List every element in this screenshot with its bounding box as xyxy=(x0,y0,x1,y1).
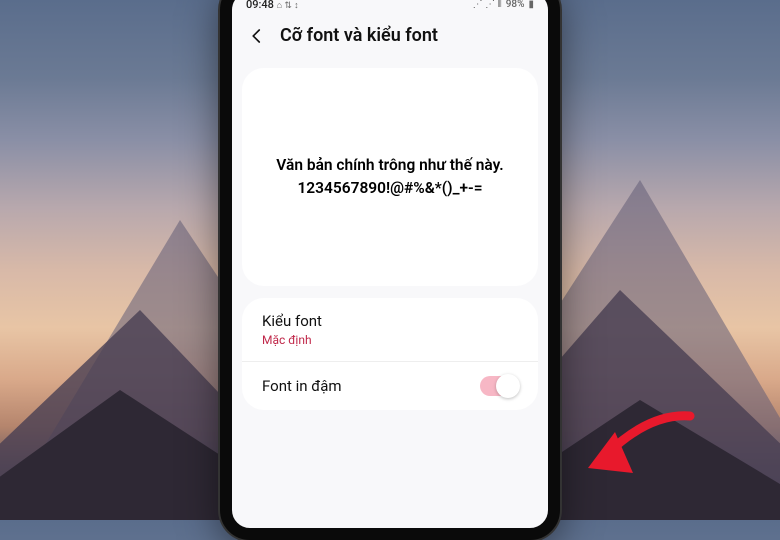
status-bar: 09:48 ⌂ ⇅ ↕ ⋰ ⋰ ⫴ 98% ▮ xyxy=(232,0,548,13)
phone-frame: 09:48 ⌂ ⇅ ↕ ⋰ ⋰ ⫴ 98% ▮ Cỡ font và kiểu … xyxy=(220,0,560,540)
battery-icon: ▮ xyxy=(528,0,534,10)
page-title: Cỡ font và kiểu font xyxy=(280,25,438,46)
status-time: 09:48 xyxy=(246,0,274,11)
font-style-item[interactable]: Kiểu font Mặc định xyxy=(242,298,538,361)
bold-font-item: Font in đậm xyxy=(242,361,538,410)
battery-pct: 98% xyxy=(506,0,525,10)
status-icons: ⌂ ⇅ ↕ xyxy=(277,1,299,11)
font-style-value: Mặc định xyxy=(262,333,322,347)
preview-text-line2: 1234567890!@#%&*()_+-= xyxy=(297,177,482,200)
signal-icon: ⋰ ⋰ ⫴ xyxy=(473,0,502,10)
preview-text-line1: Văn bản chính trông như thế này. xyxy=(276,154,503,177)
settings-card: Kiểu font Mặc định Font in đậm xyxy=(242,298,538,410)
bold-font-toggle[interactable] xyxy=(480,376,518,396)
back-icon[interactable] xyxy=(248,27,266,45)
bold-font-label: Font in đậm xyxy=(262,377,342,395)
font-style-label: Kiểu font xyxy=(262,312,322,330)
font-preview-card: Văn bản chính trông như thế này. 1234567… xyxy=(242,68,538,286)
title-bar: Cỡ font và kiểu font xyxy=(232,13,548,60)
